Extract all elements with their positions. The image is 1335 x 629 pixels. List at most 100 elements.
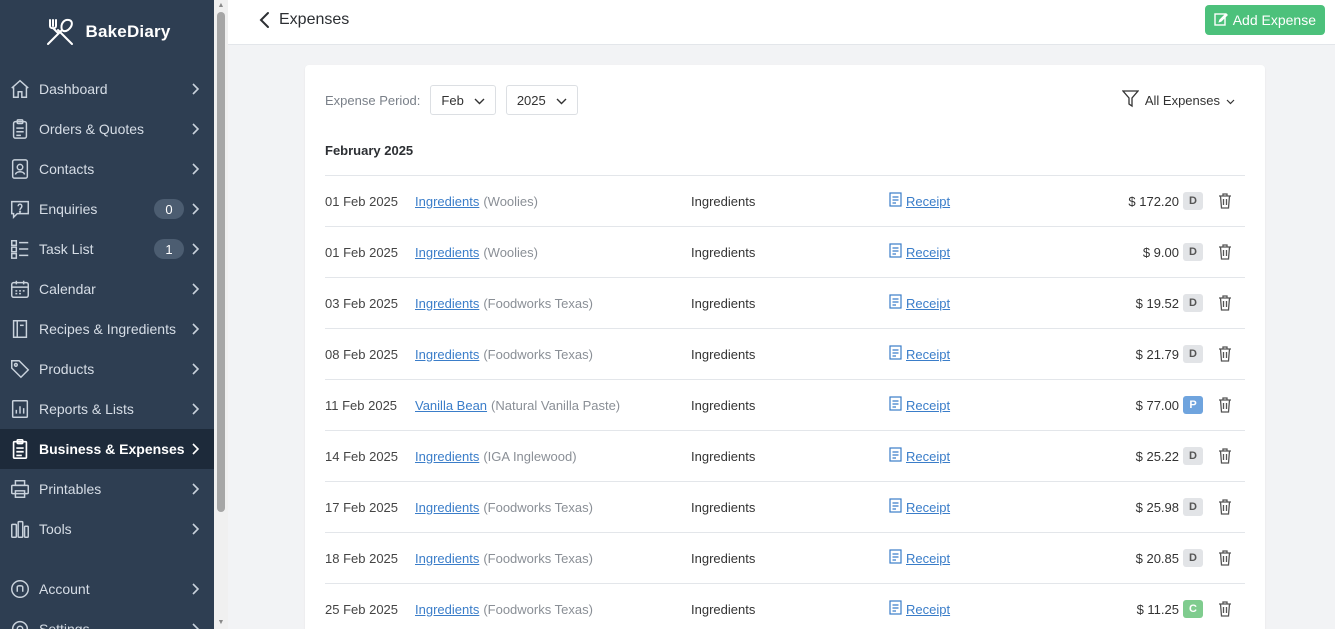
expense-vendor: (IGA Inglewood) — [483, 448, 577, 464]
sidebar-item-contacts[interactable]: Contacts — [0, 149, 214, 189]
sidebar-item-calendar[interactable]: Calendar — [0, 269, 214, 309]
chevron-right-icon — [192, 362, 202, 376]
document-icon — [889, 447, 902, 465]
scroll-up-arrow-icon[interactable]: ▲ — [217, 2, 225, 10]
sidebar-item-label: Tools — [39, 521, 72, 537]
expense-type-filter[interactable]: All Expenses — [1121, 90, 1235, 111]
receipt-link[interactable]: Receipt — [889, 482, 950, 532]
sidebar-item-printables[interactable]: Printables — [0, 469, 214, 509]
delete-trash-icon[interactable] — [1218, 431, 1232, 481]
task-count-badge: 1 — [154, 239, 184, 259]
year-select[interactable]: 2025 — [505, 85, 578, 115]
receipt-label: Receipt — [906, 550, 951, 566]
payment-type-badge: D — [1183, 329, 1203, 379]
add-expense-label: Add Expense — [1232, 12, 1316, 28]
expense-item-link[interactable]: Ingredients — [415, 347, 479, 362]
delete-trash-icon[interactable] — [1218, 227, 1232, 277]
add-expense-button[interactable]: Add Expense — [1204, 5, 1325, 35]
expense-item-link[interactable]: Vanilla Bean — [415, 398, 487, 413]
sidebar-item-enquiries[interactable]: Enquiries 0 — [0, 189, 214, 229]
question-icon — [8, 197, 32, 221]
sidebar-item-dashboard[interactable]: Dashboard — [0, 69, 214, 109]
expense-item-link[interactable]: Ingredients — [415, 245, 479, 260]
expense-item-link[interactable]: Ingredients — [415, 602, 479, 617]
settings-icon — [8, 617, 32, 629]
expense-amount: $ 19.52 — [1135, 295, 1179, 311]
receipt-link[interactable]: Receipt — [889, 227, 950, 277]
sidebar-item-orders-quotes[interactable]: Orders & Quotes — [0, 109, 214, 149]
expenses-card: Expense Period: Feb 2025 All Expenses Fe… — [305, 65, 1265, 629]
expense-date: 25 Feb 2025 — [325, 601, 399, 617]
sidebar-item-tools[interactable]: Tools — [0, 509, 214, 549]
chevron-right-icon — [192, 122, 202, 136]
expense-row: 18 Feb 2025 Ingredients (Foodworks Texas… — [325, 533, 1245, 584]
back-arrow-icon[interactable] — [258, 10, 272, 30]
chevron-right-icon — [192, 82, 202, 96]
delete-trash-icon[interactable] — [1218, 278, 1232, 328]
report-icon — [8, 397, 32, 421]
delete-trash-icon[interactable] — [1218, 380, 1232, 430]
expense-date: 08 Feb 2025 — [325, 346, 399, 362]
expense-vendor: (Foodworks Texas) — [483, 550, 593, 566]
sidebar-item-products[interactable]: Products — [0, 349, 214, 389]
home-icon — [8, 77, 32, 101]
receipt-label: Receipt — [906, 193, 951, 209]
expense-amount: $ 11.25 — [1136, 601, 1179, 617]
delete-trash-icon[interactable] — [1218, 533, 1232, 583]
expense-item-link[interactable]: Ingredients — [415, 296, 479, 311]
expense-description: Ingredients (Woolies) — [415, 227, 538, 277]
sidebar-scrollbar[interactable]: ▲ ▼ — [214, 0, 228, 629]
sidebar-item-label: Products — [39, 361, 95, 377]
expense-category: Ingredients — [691, 244, 756, 260]
sidebar-item-business-expenses[interactable]: Business & Expenses — [0, 429, 214, 469]
sidebar-item-settings[interactable]: Settings — [0, 609, 214, 629]
document-icon — [889, 600, 902, 618]
scroll-down-arrow-icon[interactable]: ▼ — [217, 619, 225, 627]
payment-type-badge: C — [1183, 584, 1203, 629]
delete-trash-icon[interactable] — [1218, 329, 1232, 379]
expense-description: Vanilla Bean (Natural Vanilla Paste) — [415, 380, 620, 430]
expense-row: 01 Feb 2025 Ingredients (Woolies) Ingred… — [325, 176, 1245, 227]
expense-description: Ingredients (Foodworks Texas) — [415, 533, 593, 583]
receipt-link[interactable]: Receipt — [889, 380, 950, 430]
payment-type-badge-letter: D — [1183, 345, 1203, 363]
sidebar-item-reports-lists[interactable]: Reports & Lists — [0, 389, 214, 429]
sidebar-item-task-list[interactable]: Task List 1 — [0, 229, 214, 269]
sidebar-item-account[interactable]: Account — [0, 569, 214, 609]
expense-item-link[interactable]: Ingredients — [415, 194, 479, 209]
receipt-link[interactable]: Receipt — [889, 584, 950, 629]
expense-item-link[interactable]: Ingredients — [415, 449, 479, 464]
chevron-right-icon — [192, 322, 202, 336]
receipt-link[interactable]: Receipt — [889, 329, 950, 379]
receipt-link[interactable]: Receipt — [889, 533, 950, 583]
delete-trash-icon[interactable] — [1218, 482, 1232, 532]
brand[interactable]: BakeDiary — [0, 0, 214, 64]
expense-description: Ingredients (Foodworks Texas) — [415, 278, 593, 328]
chevron-right-icon — [192, 402, 202, 416]
scrollbar-thumb[interactable] — [217, 12, 225, 512]
receipt-link[interactable]: Receipt — [889, 176, 950, 226]
account-icon — [8, 577, 32, 601]
expense-row: 01 Feb 2025 Ingredients (Woolies) Ingred… — [325, 227, 1245, 278]
year-value: 2025 — [516, 92, 546, 108]
expense-item-link[interactable]: Ingredients — [415, 551, 479, 566]
delete-trash-icon[interactable] — [1218, 584, 1232, 629]
contacts-icon — [8, 157, 32, 181]
expense-vendor: (Foodworks Texas) — [483, 346, 593, 362]
expense-date: 01 Feb 2025 — [325, 193, 399, 209]
expense-type-value: All Expenses — [1144, 93, 1220, 108]
receipt-link[interactable]: Receipt — [889, 278, 950, 328]
document-icon — [889, 294, 902, 312]
month-value: Feb — [441, 92, 464, 108]
payment-type-badge-letter: D — [1183, 549, 1203, 567]
whisk-logo-icon — [44, 16, 76, 48]
document-icon — [889, 243, 902, 261]
delete-trash-icon[interactable] — [1218, 176, 1232, 226]
app-name: BakeDiary — [85, 22, 171, 41]
expense-item-link[interactable]: Ingredients — [415, 500, 479, 515]
page-header: Expenses Add Expense — [228, 0, 1335, 45]
expense-amount: $ 25.22 — [1135, 448, 1179, 464]
sidebar-item-recipes-ingredients[interactable]: Recipes & Ingredients — [0, 309, 214, 349]
month-select[interactable]: Feb — [430, 85, 496, 115]
receipt-link[interactable]: Receipt — [889, 431, 950, 481]
